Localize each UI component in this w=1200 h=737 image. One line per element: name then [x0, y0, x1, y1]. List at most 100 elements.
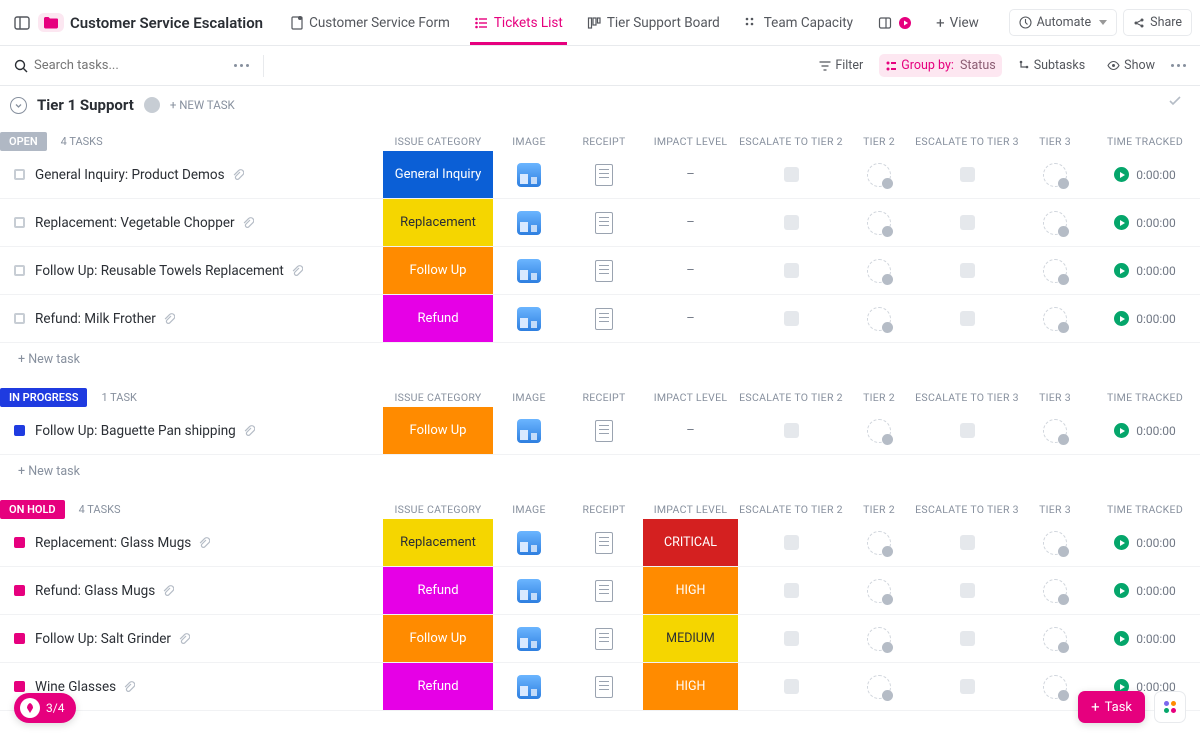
- cell-esc2[interactable]: [738, 407, 844, 454]
- table-row[interactable]: Replacement: Glass Mugs Replacement CRIT…: [0, 519, 1200, 567]
- add-view-button[interactable]: + View: [924, 0, 991, 45]
- status-square[interactable]: [14, 681, 25, 692]
- table-row[interactable]: Follow Up: Baguette Pan shipping Follow …: [0, 407, 1200, 455]
- checkbox[interactable]: [784, 263, 799, 278]
- checkbox[interactable]: [960, 423, 975, 438]
- checkbox[interactable]: [784, 679, 799, 694]
- cell-tier2[interactable]: [844, 567, 914, 614]
- checkbox[interactable]: [784, 423, 799, 438]
- task-name[interactable]: Follow Up: Salt Grinder: [35, 631, 171, 647]
- cell-tier2[interactable]: [844, 615, 914, 662]
- new-task-button[interactable]: + NEW TASK: [170, 98, 235, 112]
- checkbox[interactable]: [960, 311, 975, 326]
- attachment-icon[interactable]: [177, 632, 190, 645]
- cell-impact[interactable]: –: [643, 247, 738, 294]
- checkbox[interactable]: [960, 215, 975, 230]
- play-icon[interactable]: [1114, 631, 1129, 646]
- cell-image[interactable]: [493, 295, 565, 342]
- assignee-empty-icon[interactable]: [867, 531, 891, 555]
- cell-time[interactable]: 0:00:00: [1090, 407, 1200, 454]
- checkbox[interactable]: [784, 167, 799, 182]
- task-name[interactable]: General Inquiry: Product Demos: [35, 167, 225, 183]
- table-row[interactable]: Refund: Milk Frother Refund – 0:00:00: [0, 295, 1200, 343]
- sidebar-toggle-icon[interactable]: [8, 9, 36, 37]
- automate-button[interactable]: Automate: [1009, 9, 1118, 36]
- cell-impact[interactable]: –: [643, 407, 738, 454]
- assignee-empty-icon[interactable]: [867, 627, 891, 651]
- cell-receipt[interactable]: [565, 151, 643, 198]
- table-row[interactable]: Refund: Glass Mugs Refund HIGH 0:00:00: [0, 567, 1200, 615]
- cell-impact[interactable]: HIGH: [643, 663, 738, 710]
- task-name[interactable]: Replacement: Vegetable Chopper: [35, 215, 235, 231]
- table-row[interactable]: Replacement: Vegetable Chopper Replaceme…: [0, 199, 1200, 247]
- cell-time[interactable]: 0:00:00: [1090, 247, 1200, 294]
- status-pill[interactable]: ON HOLD: [0, 500, 65, 519]
- cell-issue[interactable]: Replacement: [383, 199, 493, 246]
- cell-impact[interactable]: HIGH: [643, 567, 738, 614]
- cell-esc2[interactable]: [738, 247, 844, 294]
- cell-tier3[interactable]: [1020, 615, 1090, 662]
- assignee-empty-icon[interactable]: [1043, 307, 1067, 331]
- checkbox[interactable]: [784, 215, 799, 230]
- cell-esc3[interactable]: [914, 407, 1020, 454]
- tab-tickets-list[interactable]: Tickets List: [462, 0, 575, 45]
- tab-tier-support-board[interactable]: Tier Support Board: [575, 0, 732, 45]
- cell-issue[interactable]: General Inquiry: [383, 151, 493, 198]
- attachment-icon[interactable]: [122, 680, 135, 693]
- cell-tier3[interactable]: [1020, 247, 1090, 294]
- assignee-empty-icon[interactable]: [1043, 259, 1067, 283]
- checkbox[interactable]: [960, 583, 975, 598]
- attachment-icon[interactable]: [290, 264, 303, 277]
- apps-button[interactable]: [1154, 691, 1186, 723]
- cell-tier3[interactable]: [1020, 295, 1090, 342]
- cell-receipt[interactable]: [565, 615, 643, 662]
- attachment-icon[interactable]: [161, 584, 174, 597]
- filter-button[interactable]: Filter: [813, 54, 869, 77]
- cell-issue[interactable]: Follow Up: [383, 407, 493, 454]
- cell-impact[interactable]: –: [643, 295, 738, 342]
- cell-esc3[interactable]: [914, 247, 1020, 294]
- status-pill[interactable]: OPEN: [0, 132, 47, 151]
- checkbox[interactable]: [960, 535, 975, 550]
- cell-tier3[interactable]: [1020, 151, 1090, 198]
- cell-receipt[interactable]: [565, 567, 643, 614]
- info-icon[interactable]: [144, 97, 160, 113]
- checkbox[interactable]: [960, 263, 975, 278]
- section-title[interactable]: Tier 1 Support: [37, 96, 134, 114]
- checkbox[interactable]: [960, 167, 975, 182]
- checkbox[interactable]: [784, 535, 799, 550]
- table-row[interactable]: Wine Glasses Refund HIGH 0:00:00: [0, 663, 1200, 711]
- status-square[interactable]: [14, 265, 25, 276]
- cell-impact[interactable]: MEDIUM: [643, 615, 738, 662]
- task-name[interactable]: Refund: Milk Frother: [35, 311, 156, 327]
- subtasks-button[interactable]: Subtasks: [1012, 54, 1091, 77]
- new-task-fab[interactable]: + Task: [1078, 691, 1145, 723]
- cell-impact[interactable]: CRITICAL: [643, 519, 738, 566]
- assignee-empty-icon[interactable]: [1043, 579, 1067, 603]
- cell-issue[interactable]: Follow Up: [383, 247, 493, 294]
- cell-image[interactable]: [493, 407, 565, 454]
- cell-tier2[interactable]: [844, 151, 914, 198]
- status-square[interactable]: [14, 169, 25, 180]
- play-icon[interactable]: [1114, 311, 1129, 326]
- impact-badge[interactable]: HIGH: [643, 567, 738, 614]
- attachment-icon[interactable]: [197, 536, 210, 549]
- cell-esc3[interactable]: [914, 663, 1020, 710]
- more-icon[interactable]: [234, 64, 249, 67]
- play-icon[interactable]: [1114, 167, 1129, 182]
- cell-time[interactable]: 0:00:00: [1090, 615, 1200, 662]
- cell-esc2[interactable]: [738, 519, 844, 566]
- cell-time[interactable]: 0:00:00: [1090, 519, 1200, 566]
- checkbox[interactable]: [784, 311, 799, 326]
- cell-image[interactable]: [493, 519, 565, 566]
- play-icon[interactable]: [1114, 215, 1129, 230]
- assignee-empty-icon[interactable]: [867, 675, 891, 699]
- cell-receipt[interactable]: [565, 663, 643, 710]
- cell-tier2[interactable]: [844, 519, 914, 566]
- cell-esc3[interactable]: [914, 151, 1020, 198]
- checkbox[interactable]: [960, 631, 975, 646]
- cell-impact[interactable]: –: [643, 199, 738, 246]
- folder-icon[interactable]: [38, 13, 64, 32]
- more-icon[interactable]: [1171, 64, 1186, 67]
- cell-impact[interactable]: –: [643, 151, 738, 198]
